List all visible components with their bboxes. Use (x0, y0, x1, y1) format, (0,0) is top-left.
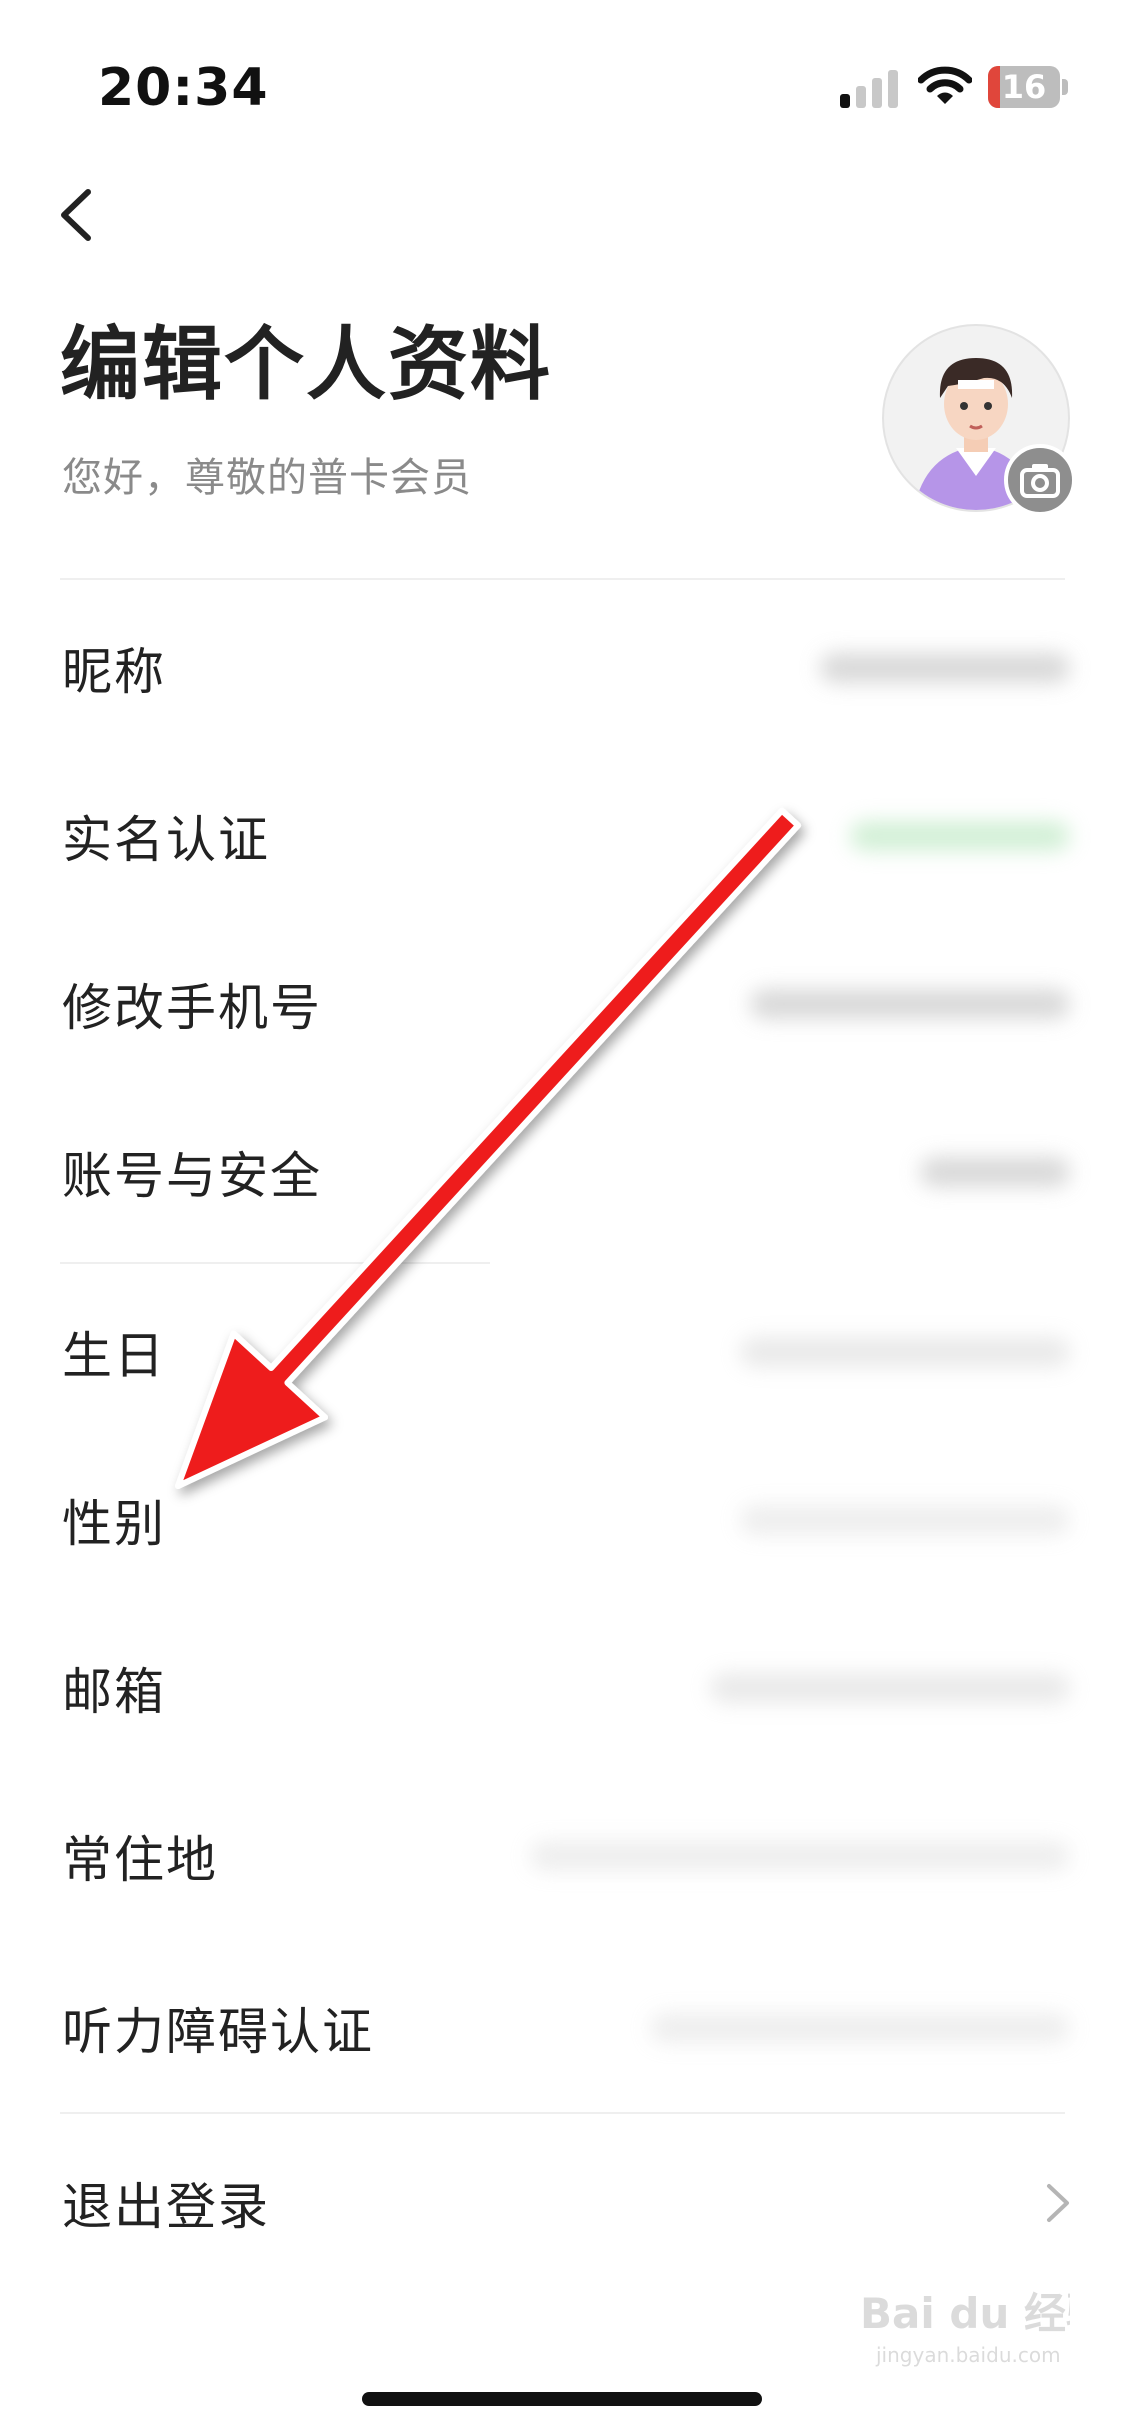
logout-label: 退出登录 (62, 2178, 270, 2236)
row-residence[interactable]: 常住地 (0, 1772, 1125, 1940)
row-gender[interactable]: 性别 (0, 1436, 1125, 1604)
section-divider (60, 1262, 490, 1264)
member-greeting: 您好，尊敬的普卡会员 (62, 455, 472, 501)
row-real-name-verification[interactable]: 实名认证 (0, 752, 1125, 920)
row-label: 账号与安全 (62, 1147, 322, 1205)
logout-button[interactable]: 退出登录 (0, 2118, 1125, 2288)
row-label: 性别 (62, 1495, 166, 1553)
row-label: 听力障碍认证 (62, 2003, 374, 2061)
logout-divider (60, 2112, 1065, 2114)
watermark-logo-text: Bai du 经验 (860, 2289, 1070, 2338)
cellular-signal-icon (840, 68, 900, 108)
row-birthday[interactable]: 生日 (0, 1268, 1125, 1436)
row-account-security[interactable]: 账号与安全 (0, 1088, 1125, 1256)
row-label: 实名认证 (62, 811, 270, 869)
email-value-blurred (710, 1673, 1070, 1703)
row-label: 昵称 (62, 643, 166, 701)
verification-status-blurred (850, 821, 1070, 851)
battery-icon: 16 (988, 66, 1070, 108)
back-chevron-icon[interactable] (48, 180, 108, 250)
residence-value-blurred (530, 1841, 1070, 1871)
wifi-icon (918, 66, 972, 104)
security-value-blurred (920, 1157, 1070, 1187)
chevron-right-icon (1047, 2184, 1069, 2222)
status-time: 20:34 (98, 58, 269, 118)
header-divider (60, 578, 1065, 580)
birthday-value-blurred (740, 1337, 1070, 1367)
hearing-value-blurred (650, 2013, 1070, 2043)
row-email[interactable]: 邮箱 (0, 1604, 1125, 1772)
row-hearing-impairment-verification[interactable]: 听力障碍认证 (0, 1944, 1125, 2112)
row-label: 邮箱 (62, 1663, 166, 1721)
baidu-jingyan-watermark: Bai du 经验 jingyan.baidu.com (860, 2289, 1070, 2367)
row-label: 生日 (62, 1327, 166, 1385)
row-change-phone[interactable]: 修改手机号 (0, 920, 1125, 1088)
row-label: 常住地 (62, 1831, 218, 1889)
phone-value-blurred (750, 989, 1070, 1019)
page-title: 编辑个人资料 (60, 318, 552, 411)
nickname-value-blurred (820, 653, 1070, 683)
camera-icon[interactable] (1004, 444, 1076, 516)
home-indicator (362, 2392, 762, 2406)
battery-level-text: 16 (1001, 68, 1047, 106)
watermark-url-text: jingyan.baidu.com (875, 2343, 1061, 2367)
row-nickname[interactable]: 昵称 (0, 584, 1125, 752)
row-label: 修改手机号 (62, 979, 322, 1037)
gender-value-blurred (740, 1505, 1070, 1535)
